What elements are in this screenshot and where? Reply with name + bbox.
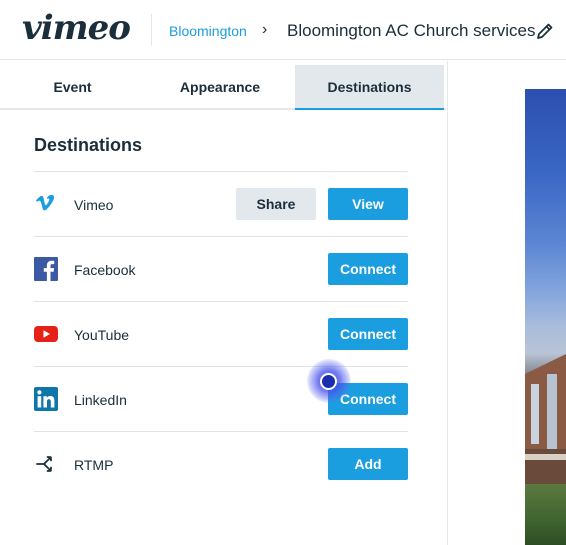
destination-label: LinkedIn bbox=[74, 392, 127, 408]
destination-label: Facebook bbox=[74, 262, 136, 278]
rtmp-icon bbox=[36, 456, 52, 472]
breadcrumb-parent-link[interactable]: Bloomington bbox=[169, 22, 247, 40]
tab-appearance[interactable]: Appearance bbox=[146, 65, 294, 108]
destination-label: YouTube bbox=[74, 327, 130, 343]
header-divider bbox=[151, 14, 152, 46]
vimeo-icon bbox=[36, 194, 55, 211]
pencil-icon[interactable] bbox=[535, 21, 555, 41]
event-title: Bloomington AC Church services bbox=[287, 21, 536, 40]
breadcrumb-separator: › bbox=[262, 21, 268, 38]
vimeo-logo[interactable]: vimeo bbox=[22, 8, 131, 48]
destination-label: RTMP bbox=[74, 457, 114, 473]
destination-row-linkedin: LinkedIn Connect bbox=[34, 366, 408, 431]
destination-label: Vimeo bbox=[74, 197, 114, 213]
lawn-area bbox=[525, 484, 566, 545]
destination-row-rtmp: RTMP Add bbox=[34, 431, 408, 496]
view-button[interactable]: View bbox=[328, 188, 408, 220]
share-button[interactable]: Share bbox=[236, 188, 316, 220]
event-preview-image bbox=[525, 89, 566, 545]
top-header: vimeo Bloomington › Bloomington AC Churc… bbox=[0, 0, 566, 60]
linkedin-icon bbox=[34, 387, 58, 411]
rtmp-add-button[interactable]: Add bbox=[328, 448, 408, 480]
facebook-connect-button[interactable]: Connect bbox=[328, 253, 408, 285]
tab-bar: Event Appearance Destinations bbox=[0, 61, 446, 110]
destination-row-vimeo: Vimeo Share View bbox=[34, 171, 408, 236]
destinations-heading: Destinations bbox=[34, 135, 143, 155]
linkedin-connect-button[interactable]: Connect bbox=[328, 383, 408, 415]
destination-row-facebook: Facebook Connect bbox=[34, 236, 408, 301]
church-building-image bbox=[525, 354, 566, 484]
youtube-icon bbox=[34, 326, 58, 342]
destination-row-youtube: YouTube Connect bbox=[34, 301, 408, 366]
settings-panel: Event Appearance Destinations Destinatio… bbox=[0, 61, 448, 545]
youtube-connect-button[interactable]: Connect bbox=[328, 318, 408, 350]
tab-event[interactable]: Event bbox=[0, 65, 145, 108]
facebook-icon bbox=[34, 257, 58, 281]
tab-destinations[interactable]: Destinations bbox=[295, 65, 444, 110]
